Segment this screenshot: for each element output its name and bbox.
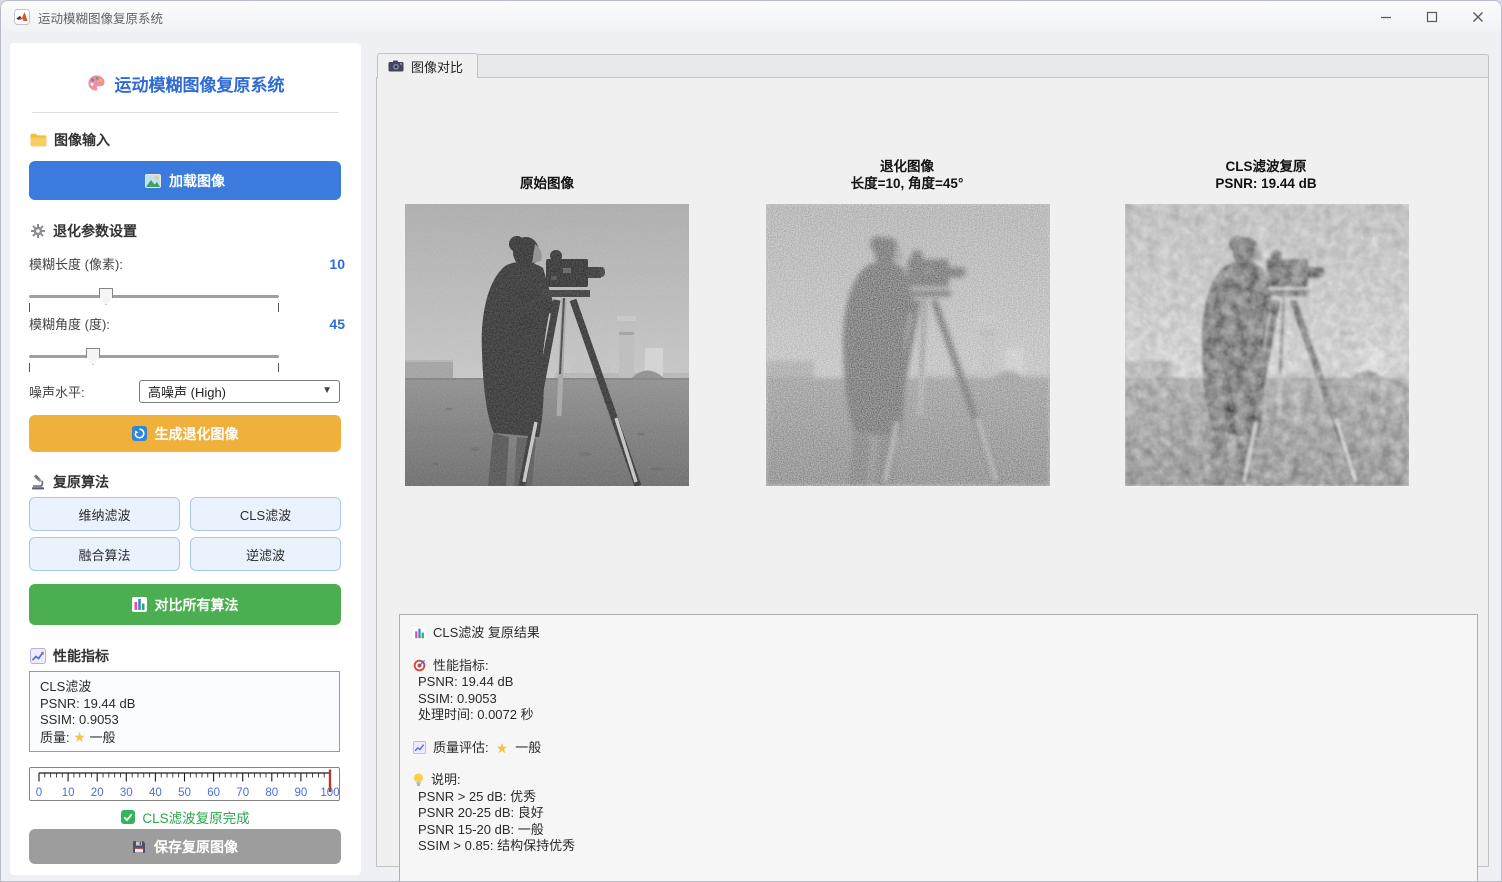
algorithm-buttons: 维纳滤波 CLS滤波 融合算法 逆滤波 — [29, 497, 341, 571]
image-icon — [145, 174, 161, 188]
result-time: 处理时间: 0.0072 秒 — [413, 707, 1464, 724]
load-image-button[interactable]: 加载图像 — [29, 161, 341, 200]
tab-image-compare[interactable]: 图像对比 — [377, 53, 478, 78]
gear-icon — [30, 223, 46, 239]
metrics-panel: CLS滤波 PSNR: 19.44 dB SSIM: 0.9053 质量: ★ … — [29, 671, 340, 752]
quality-line: 质量评估: ★ 一般 — [413, 740, 1464, 757]
minimize-button[interactable] — [1363, 1, 1409, 33]
refresh-icon — [132, 426, 147, 441]
window-titlebar: 运动模糊图像复原系统 — [1, 1, 1501, 33]
result-psnr: PSNR: 19.44 dB — [413, 674, 1464, 691]
degraded-image — [766, 204, 1050, 486]
wiener-filter-button[interactable]: 维纳滤波 — [29, 497, 180, 531]
metrics-psnr: PSNR: 19.44 dB — [40, 696, 329, 713]
svg-text:70: 70 — [236, 787, 249, 799]
window-title: 运动模糊图像复原系统 — [38, 8, 163, 27]
noise-level-row: 噪声水平: 高噪声 (High) ▼ — [29, 380, 340, 403]
blur-length-value: 10 — [329, 256, 345, 272]
blur-length-slider[interactable] — [29, 286, 279, 312]
lightbulb-icon — [413, 773, 424, 787]
blur-angle-value: 45 — [329, 316, 345, 332]
results-panel: CLS滤波 复原结果 性能指标: PSNR: 19.44 dB SSIM: 0.… — [399, 614, 1478, 882]
save-image-button[interactable]: 保存复原图像 — [29, 829, 341, 864]
fusion-algorithm-button[interactable]: 融合算法 — [29, 537, 180, 571]
metrics-algo: CLS滤波 — [40, 679, 329, 696]
note-line: PSNR 20-25 dB: 良好 — [413, 805, 1464, 822]
note-line: SSIM > 0.85: 结构保持优秀 — [413, 838, 1464, 855]
bar-chart-icon — [413, 627, 426, 640]
star-icon: ★ — [73, 729, 86, 745]
noise-level-label: 噪声水平: — [29, 382, 139, 401]
svg-text:30: 30 — [120, 787, 133, 799]
section-degrade-params: 退化参数设置 — [30, 221, 137, 241]
main-panel: 图像对比 原始图像 退化图像 长度=10, 角度=45° CLS滤波复原 PSN… — [376, 46, 1489, 867]
section-restore-algorithms: 复原算法 — [30, 472, 109, 492]
check-icon — [121, 810, 135, 824]
generate-degraded-button[interactable]: 生成退化图像 — [29, 415, 341, 452]
floppy-icon — [132, 840, 146, 854]
progress-gauge: 0102030405060708090100 — [29, 767, 340, 801]
target-icon — [413, 659, 426, 672]
matlab-icon — [14, 9, 30, 25]
camera-icon — [388, 60, 404, 72]
sidebar: 运动模糊图像复原系统 图像输入 加载图像 退化参数设置 模糊长度 (像素): 1… — [10, 43, 361, 875]
app-window: 运动模糊图像复原系统 运动模糊图像复原系统 图像输入 加载图像 — [0, 0, 1502, 882]
divider — [32, 112, 339, 113]
star-icon: ★ — [496, 740, 509, 757]
perf-header: 性能指标: — [413, 658, 1464, 675]
note-line: PSNR 15-20 dB: 一般 — [413, 822, 1464, 839]
svg-text:40: 40 — [149, 787, 162, 799]
folder-icon — [30, 133, 47, 147]
section-image-input: 图像输入 — [30, 130, 110, 150]
noise-level-dropdown[interactable]: 高噪声 (High) ▼ — [139, 380, 340, 403]
blur-angle-label: 模糊角度 (度): — [29, 314, 110, 333]
svg-text:20: 20 — [91, 787, 104, 799]
microscope-icon — [30, 474, 46, 490]
cls-filter-button[interactable]: CLS滤波 — [190, 497, 341, 531]
slider-track[interactable] — [29, 295, 279, 298]
chart-up-icon — [413, 741, 426, 754]
restored-image — [1125, 204, 1409, 486]
slider-thumb[interactable] — [99, 288, 113, 305]
notes-header: 说明: — [413, 772, 1464, 789]
tab-strip: 图像对比 — [376, 54, 1489, 78]
blur-length-label: 模糊长度 (像素): — [29, 254, 123, 273]
maximize-button[interactable] — [1409, 1, 1455, 33]
svg-text:90: 90 — [295, 787, 308, 799]
page-title: 运动模糊图像复原系统 — [10, 71, 361, 96]
slider-track[interactable] — [29, 355, 279, 358]
svg-text:80: 80 — [265, 787, 278, 799]
section-performance-metrics: 性能指标 — [30, 646, 109, 666]
svg-text:50: 50 — [178, 787, 191, 799]
bar-chart-icon — [132, 597, 147, 612]
slider-thumb[interactable] — [86, 348, 100, 365]
status-row: CLS滤波复原完成 — [10, 807, 361, 827]
blur-angle-slider[interactable] — [29, 346, 279, 372]
chevron-down-icon: ▼ — [322, 385, 332, 396]
result-ssim: SSIM: 0.9053 — [413, 691, 1464, 708]
inverse-filter-button[interactable]: 逆滤波 — [190, 537, 341, 571]
svg-text:60: 60 — [207, 787, 220, 799]
degraded-image-title: 退化图像 长度=10, 角度=45° — [766, 158, 1048, 192]
compare-all-button[interactable]: 对比所有算法 — [29, 584, 341, 625]
svg-text:10: 10 — [62, 787, 75, 799]
original-image-title: 原始图像 — [405, 175, 689, 192]
restored-image-title: CLS滤波复原 PSNR: 19.44 dB — [1125, 158, 1407, 192]
metrics-quality: 质量: ★ 一般 — [40, 729, 329, 747]
results-header: CLS滤波 复原结果 — [413, 625, 1464, 642]
blur-length-row: 模糊长度 (像素): 10 — [29, 254, 345, 273]
svg-text:0: 0 — [36, 787, 42, 799]
tab-content: 原始图像 退化图像 长度=10, 角度=45° CLS滤波复原 PSNR: 19… — [376, 77, 1489, 867]
blur-angle-row: 模糊角度 (度): 45 — [29, 314, 345, 333]
metrics-ssim: SSIM: 0.9053 — [40, 712, 329, 729]
note-line: PSNR > 25 dB: 优秀 — [413, 789, 1464, 806]
palette-icon — [87, 74, 106, 93]
chart-up-icon — [30, 648, 46, 664]
status-text: CLS滤波复原完成 — [142, 807, 249, 827]
original-image — [405, 204, 689, 486]
close-button[interactable] — [1455, 1, 1501, 33]
